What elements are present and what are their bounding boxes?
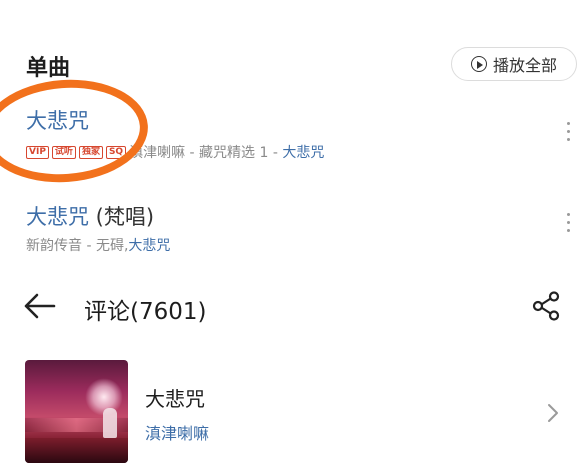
song-title: 大悲咒 (梵唱) [26,201,154,231]
more-options-icon[interactable] [564,122,572,141]
song-album-link[interactable]: 大悲咒 [282,142,324,162]
song-artist: 滇津喇嘛 [129,145,186,161]
sq-badge: SQ [105,145,127,159]
back-arrow-icon[interactable] [22,292,56,320]
song-title-text: 大悲咒 [26,205,89,229]
chevron-right-icon[interactable] [546,402,560,424]
song-title-suffix: (梵唱) [89,205,155,229]
vip-badge: VIP [26,145,49,159]
song-album-prefix: - 藏咒精选 1 - [185,145,283,161]
song-title: 大悲咒 [26,105,89,135]
comments-title: 评论(7601) [84,299,207,325]
song-row[interactable]: 大悲咒 VIP 试听 独家 SQ 滇津喇嘛 - 藏咒精选 1 - 大悲咒 [0,100,586,170]
play-all-label: 播放全部 [492,56,557,75]
song-subtitle: 新韵传音 - 无碍, 大悲咒 [26,235,170,255]
more-options-icon[interactable] [564,213,572,232]
album-artist[interactable]: 滇津喇嘛 [145,420,209,444]
song-subtitle: VIP 试听 独家 SQ 滇津喇嘛 - 藏咒精选 1 - 大悲咒 [26,142,324,162]
play-all-button[interactable]: 播放全部 [451,47,577,81]
album-cover[interactable] [25,360,128,463]
section-title: 单曲 [26,56,71,81]
exclusive-badge: 独家 [78,145,103,159]
song-row[interactable]: 大悲咒 (梵唱) 新韵传音 - 无碍, 大悲咒 [0,195,586,260]
play-circle-icon [470,56,487,72]
album-title: 大悲咒 [145,387,205,411]
song-title-text: 大悲咒 [26,109,89,133]
song-album-prefix: - 无碍, [82,238,129,254]
song-artist: 新韵传音 [26,238,82,254]
song-album-link[interactable]: 大悲咒 [128,235,170,255]
share-icon[interactable] [530,290,562,322]
trial-badge: 试听 [51,145,76,159]
